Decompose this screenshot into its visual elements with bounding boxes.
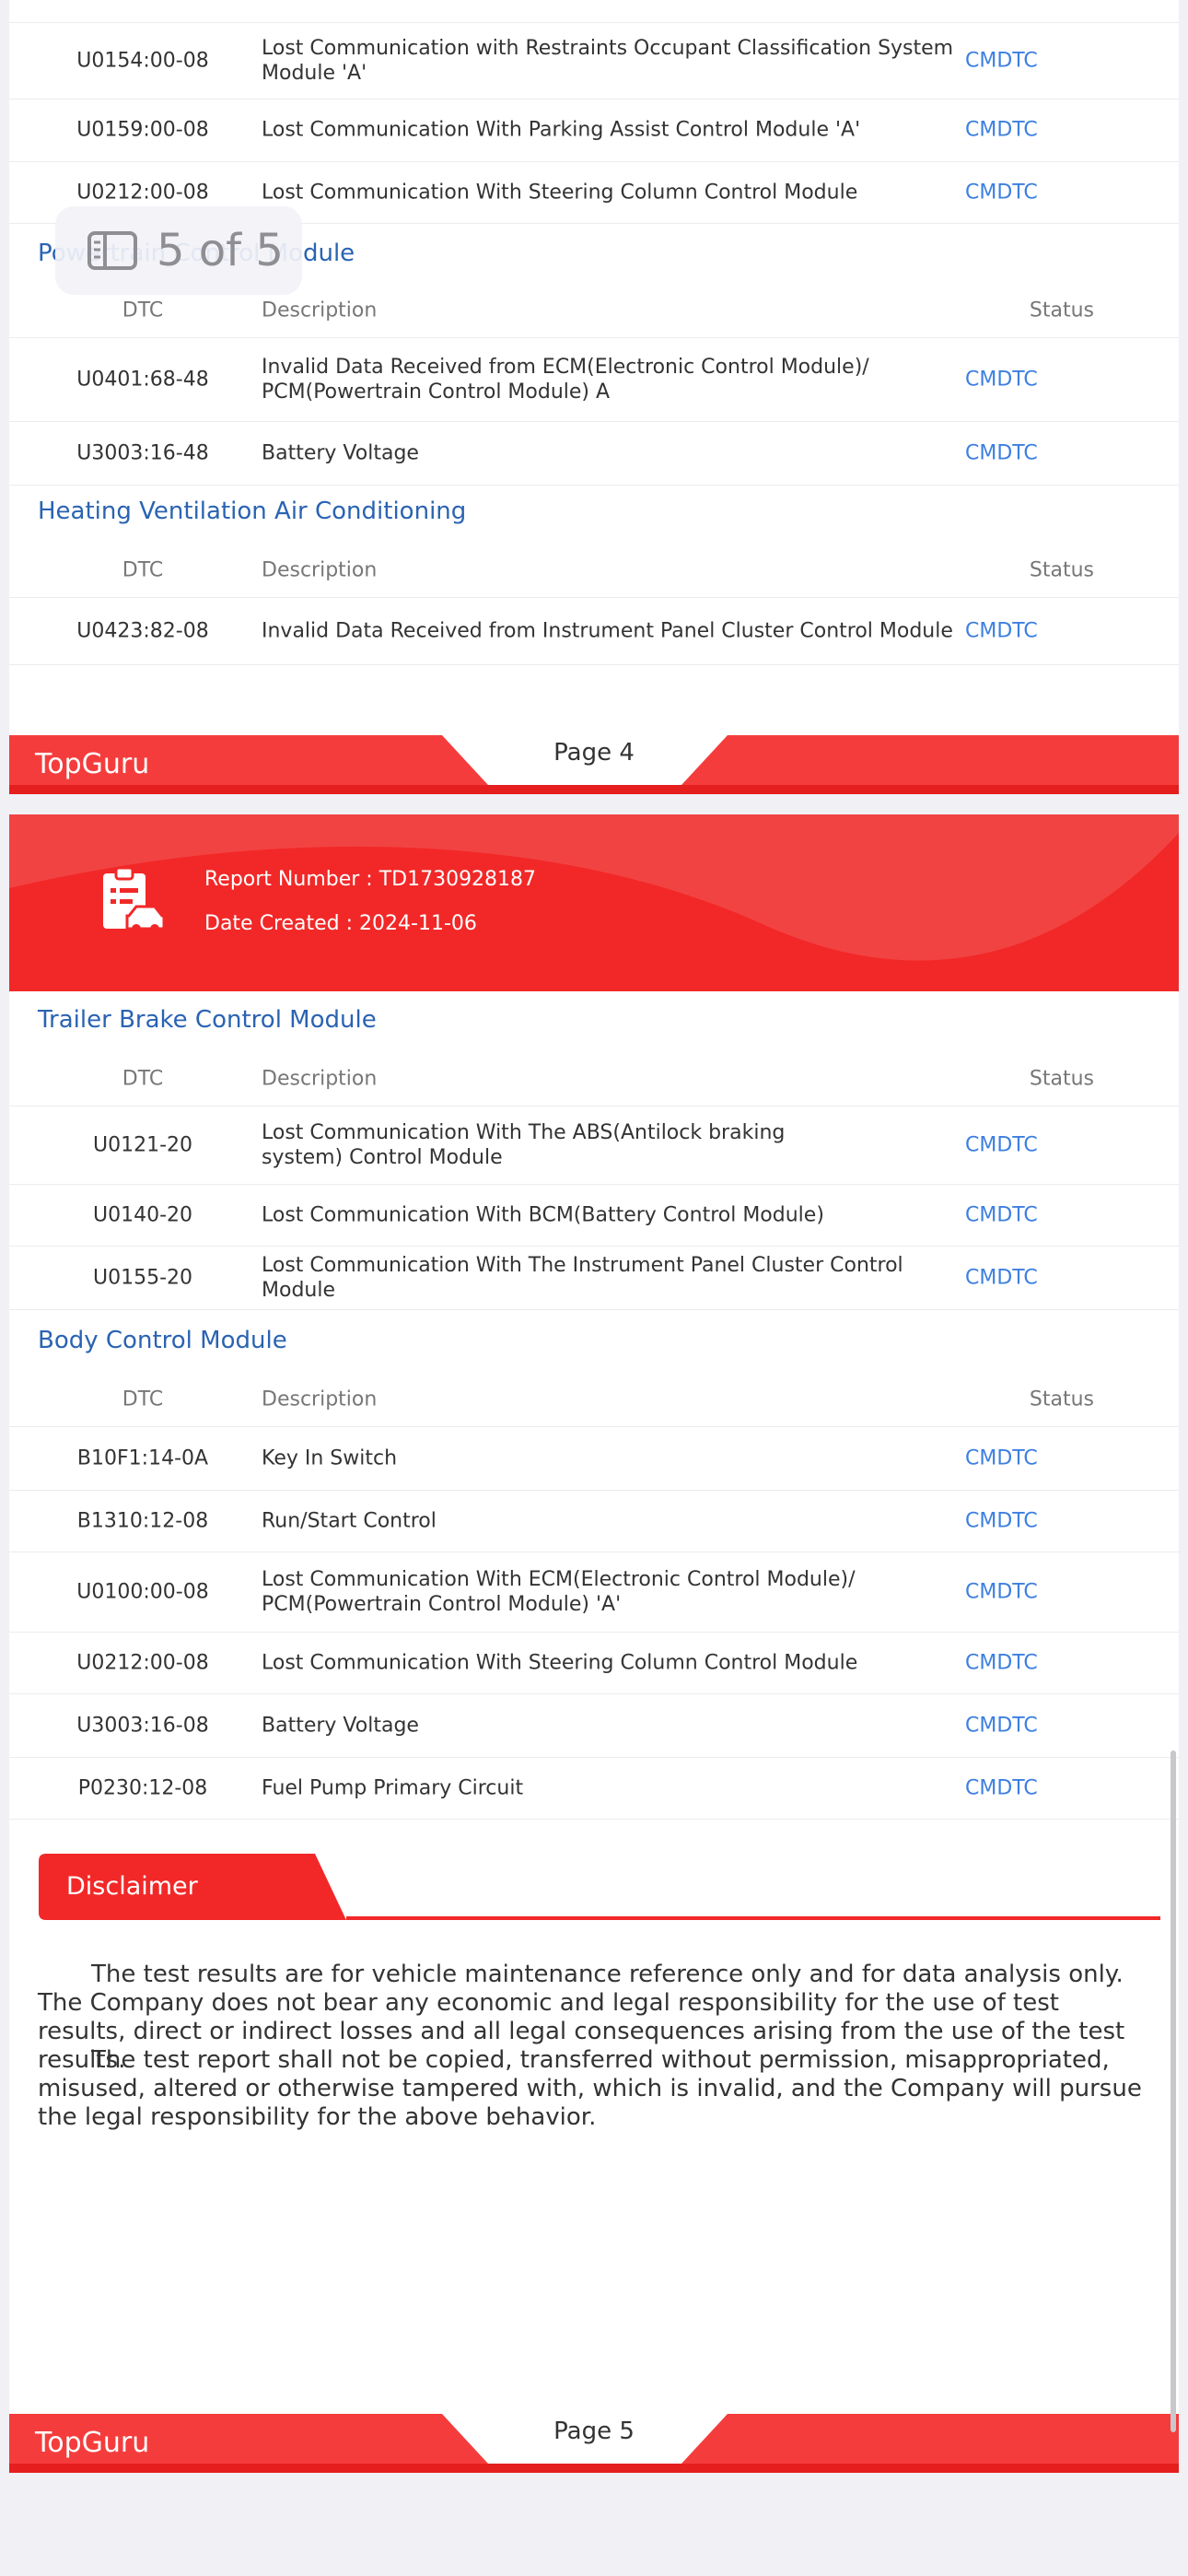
table-row: U0401:68-48 Invalid Data Received from E… [9,338,1179,422]
header-description: Description [262,558,378,582]
dtc-status-link[interactable]: CMDTC [965,1580,1038,1605]
dtc-status-link[interactable]: CMDTC [965,1266,1038,1291]
dtc-status-link[interactable]: CMDTC [965,1446,1038,1471]
date-created: Date Created : 2024-11-06 [204,912,477,935]
page-number: Page 5 [553,2418,635,2445]
page-counter-overlay[interactable]: 5 of 5 [55,206,302,295]
header-status: Status [1029,558,1094,582]
dtc-status-link[interactable]: CMDTC [965,181,1038,205]
header-dtc: DTC [122,1067,164,1091]
header-dtc: DTC [122,558,164,582]
dtc-status-link[interactable]: CMDTC [965,1203,1038,1228]
disclaimer-paragraph-2: The test report shall not be copied, tra… [38,2046,1142,2131]
dtc-description: Lost Communication With Steering Column … [262,181,858,205]
table-row: B10F1:14-0A Key In Switch CMDTC [9,1427,1179,1491]
table-row: U0159:00-08 Lost Communication With Park… [9,99,1179,162]
header-description: Description [262,1388,378,1411]
dtc-description: Key In Switch [262,1446,398,1470]
report-page-5: Report Number : TD1730928187 Date Create… [9,814,1179,2473]
table-header: DTC Description Status [9,544,1179,598]
section-title-hvac: Heating Ventilation Air Conditioning [38,498,467,525]
dtc-code: P0230:12-08 [77,1776,208,1800]
page-footer: TopGuru Page 5 [9,2414,1179,2473]
dtc-code: U0401:68-48 [76,368,209,392]
table-row: U0100:00-08 Lost Communication With ECM(… [9,1552,1179,1633]
dtc-description: Lost Communication With Parking Assist C… [262,118,861,142]
table-row: U0423:82-08 Invalid Data Received from I… [9,598,1179,665]
dtc-status-link[interactable]: CMDTC [965,118,1038,143]
dtc-code: U0155-20 [92,1266,193,1290]
dtc-code: U3003:16-08 [76,1714,209,1738]
banner-wave [9,814,1179,961]
vertical-scrollbar[interactable] [1171,1751,1176,2432]
table-header: DTC Description Status [9,1052,1179,1107]
page-counter: 5 of 5 [157,225,284,276]
dtc-description: Run/Start Control [262,1509,437,1533]
dtc-status-link[interactable]: CMDTC [965,1651,1038,1676]
dtc-description: Lost Communication With ECM(Electronic C… [262,1568,856,1616]
dtc-code: U0212:00-08 [76,1651,209,1675]
dtc-status-link[interactable]: CMDTC [965,1133,1038,1158]
dtc-description: Lost Communication With BCM(Battery Cont… [262,1203,824,1227]
page-number: Page 4 [553,739,635,767]
header-dtc: DTC [122,299,164,322]
report-number: Report Number : TD1730928187 [204,868,537,891]
table-row: U0155-20 Lost Communication With The Ins… [9,1247,1179,1310]
dtc-status-link[interactable]: CMDTC [965,1776,1038,1801]
header-status: Status [1029,299,1094,322]
header-dtc: DTC [122,1388,164,1411]
dtc-status-link[interactable]: CMDTC [965,1714,1038,1739]
header-status: Status [1029,1067,1094,1091]
report-header-banner: Report Number : TD1730928187 Date Create… [9,814,1179,991]
sidebar-icon [87,231,137,270]
dtc-description: Battery Voltage [262,441,419,465]
dtc-code: U0423:82-08 [76,619,209,643]
dtc-status-link[interactable]: CMDTC [965,49,1038,74]
dtc-code: U0100:00-08 [76,1580,209,1604]
section-title-body: Body Control Module [38,1327,287,1354]
dtc-description: Fuel Pump Primary Circuit [262,1776,524,1800]
section-title-trailer: Trailer Brake Control Module [38,1006,377,1034]
dtc-code: U0159:00-08 [76,118,209,142]
table-header: DTC Description Status [9,1373,1179,1427]
dtc-description: Battery Voltage [262,1714,419,1738]
dtc-code: B1310:12-08 [76,1509,209,1533]
dtc-code: U0212:00-08 [76,181,209,205]
table-row: U0140-20 Lost Communication With BCM(Bat… [9,1185,1179,1247]
table-row: U0154:00-08 Lost Communication with Rest… [9,22,1179,100]
dtc-description: Invalid Data Received from ECM(Electroni… [262,356,869,404]
dtc-description: Invalid Data Received from Instrument Pa… [262,619,953,643]
dtc-status-link[interactable]: CMDTC [965,368,1038,392]
disclaimer-title: Disclaimer [66,1872,198,1901]
table-row: U0212:00-08 Lost Communication With Stee… [9,1633,1179,1694]
table-row: U3003:16-48 Battery Voltage CMDTC [9,422,1179,486]
dtc-status-link[interactable]: CMDTC [965,441,1038,466]
table-row: U3003:16-08 Battery Voltage CMDTC [9,1694,1179,1758]
page-footer: TopGuru Page 4 [9,735,1179,794]
dtc-description: Lost Communication With The Instrument P… [262,1254,903,1302]
dtc-status-link[interactable]: CMDTC [965,619,1038,644]
table-row: B1310:12-08 Run/Start Control CMDTC [9,1491,1179,1552]
table-row: P0230:12-08 Fuel Pump Primary Circuit CM… [9,1758,1179,1820]
report-page-4: U0154:00-08 Lost Communication with Rest… [9,0,1179,794]
header-description: Description [262,299,378,322]
header-status: Status [1029,1388,1094,1411]
header-description: Description [262,1067,378,1091]
dtc-status-link[interactable]: CMDTC [965,1509,1038,1534]
dtc-code: U0140-20 [92,1203,193,1227]
dtc-description: Lost Communication With The ABS(Antilock… [262,1121,786,1169]
dtc-code: U0121-20 [92,1133,193,1157]
table-row: U0121-20 Lost Communication With The ABS… [9,1107,1179,1185]
disclaimer-tab [39,1854,1160,1920]
dtc-code: U0154:00-08 [76,49,209,73]
report-car-icon [103,866,166,933]
dtc-description: Lost Communication With Steering Column … [262,1651,858,1675]
dtc-code: B10F1:14-0A [76,1446,209,1470]
dtc-description: Lost Communication with Restraints Occup… [262,37,954,85]
dtc-code: U3003:16-48 [76,441,209,465]
